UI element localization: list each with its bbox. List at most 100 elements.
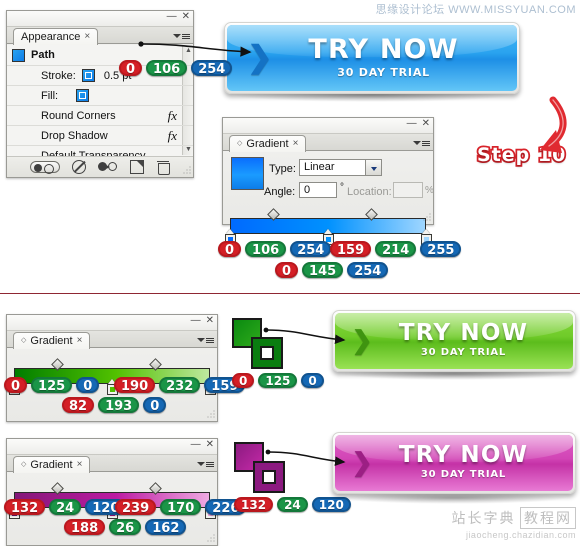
gradient-angle-input[interactable]: 0 — [299, 182, 337, 198]
gradient-type-select[interactable]: Linear — [299, 159, 382, 176]
gradient-preview-swatch[interactable] — [231, 157, 264, 190]
rgb-badges-magenta-swatch: 132 24 120 — [234, 497, 351, 512]
watermark-top: 思缘设计论坛 WWW.MISSYUAN.COM — [375, 4, 576, 16]
delete-icon[interactable] — [156, 160, 170, 175]
gradient-magenta-titlebar[interactable]: — ✕ — [7, 439, 217, 455]
chevron-down-icon[interactable] — [365, 159, 382, 176]
gradient-location-input[interactable] — [393, 182, 423, 198]
try-now-blue-title: TRY NOW — [308, 33, 459, 65]
rgb-green-value: 125 — [31, 377, 73, 394]
gradient-blue-titlebar[interactable]: — ✕ — [223, 118, 433, 134]
gradient-slider-blue[interactable] — [224, 208, 432, 245]
gradient-blue-resize-grip[interactable] — [422, 213, 431, 222]
gradient-green-resize-grip[interactable] — [206, 410, 215, 419]
gradient-magenta-window-buttons[interactable]: — ✕ — [191, 439, 214, 450]
rgb-red-value: 82 — [62, 397, 95, 414]
appearance-row-round-corners[interactable]: Round Corners fx — [7, 106, 193, 126]
rgb-green-value: 106 — [146, 60, 188, 77]
rgb-green-value: 145 — [302, 262, 344, 279]
rgb-blue-value: 254 — [347, 262, 389, 279]
tab-gradient-blue[interactable]: ◇ Gradient × — [229, 135, 307, 152]
rgb-badges-green-stop1: 0 125 0 — [4, 377, 100, 394]
rgb-red-value: 159 — [330, 241, 372, 258]
appearance-row-fill-label: Fill: — [41, 89, 59, 102]
percent-symbol: % — [425, 185, 434, 196]
tab-gradient-magenta[interactable]: ◇ Gradient × — [13, 456, 91, 473]
new-art-icon[interactable] — [130, 160, 144, 174]
gradient-green-panel-menu-icon[interactable] — [197, 334, 214, 346]
stroke-swatch[interactable] — [81, 69, 95, 82]
gradient-panel-blue[interactable]: — ✕ ◇ Gradient × Type: Linear Angle: 0 ° — [222, 117, 434, 245]
close-icon[interactable]: ✕ — [422, 118, 430, 129]
section-divider — [0, 293, 580, 294]
path-swatch[interactable] — [12, 48, 25, 62]
tab-gradient-blue-label: Gradient — [246, 138, 289, 150]
rgb-badges-magenta-stop3: 188 26 162 — [64, 519, 187, 536]
rgb-blue-value: 0 — [76, 377, 100, 394]
close-icon[interactable]: ✕ — [206, 439, 214, 450]
stroke-swatch-magenta[interactable] — [253, 461, 285, 493]
rgb-green-value: 214 — [375, 241, 417, 258]
try-now-blue-button[interactable]: ❯ TRY NOW 30 DAY TRIAL — [224, 22, 520, 94]
gradient-blue-window-buttons[interactable]: — ✕ — [407, 118, 430, 129]
round-corners-fx-icon[interactable]: fx — [168, 108, 177, 124]
tab-close-icon[interactable]: × — [77, 333, 83, 349]
tab-gradient-green[interactable]: ◇ Gradient × — [13, 332, 91, 349]
try-now-magenta-subtitle: 30 DAY TRIAL — [420, 469, 507, 481]
gradient-green-window-buttons[interactable]: — ✕ — [191, 315, 214, 326]
rgb-green-value: 24 — [277, 497, 308, 512]
duplicate-item-icon[interactable] — [98, 160, 118, 174]
watermark-bottom-cn-right: 教程网 — [520, 507, 576, 529]
gradient-magenta-resize-grip[interactable] — [206, 534, 215, 543]
stroke-swatch-green[interactable] — [251, 337, 283, 369]
appearance-window-buttons[interactable]: — ✕ — [167, 11, 190, 22]
rgb-green-value: 26 — [109, 519, 142, 536]
appearance-row-drop-shadow[interactable]: Drop Shadow fx — [7, 126, 193, 146]
fill-swatch[interactable] — [76, 89, 90, 102]
rgb-red-value: 239 — [115, 499, 157, 516]
appearance-row-drop-shadow-label: Drop Shadow — [41, 129, 108, 142]
rgb-badges-magenta-stop2: 239 170 226 — [115, 499, 247, 516]
watermark-bottom-cn-left: 站长字典 — [451, 510, 516, 526]
appearance-toolbar[interactable] — [7, 156, 193, 177]
tab-gradient-magenta-label: Gradient — [30, 459, 73, 471]
try-now-blue-text: TRY NOW 30 DAY TRIAL — [227, 36, 517, 79]
try-now-magenta-button[interactable]: ❯ TRY NOW 30 DAY TRIAL — [332, 432, 576, 494]
rgb-badges-stroke: 0 106 254 — [119, 60, 233, 77]
appearance-panel-menu-icon[interactable] — [173, 30, 190, 42]
tab-close-icon[interactable]: × — [77, 457, 83, 473]
arrow-origin-dot — [265, 449, 271, 455]
arrow-origin-dot — [263, 327, 269, 333]
try-now-green-text: TRY NOW 30 DAY TRIAL — [335, 321, 573, 358]
rgb-red-value: 0 — [218, 241, 242, 258]
minimize-icon[interactable]: — — [191, 315, 201, 326]
minimize-icon[interactable]: — — [191, 439, 201, 450]
gradient-green-titlebar[interactable]: — ✕ — [7, 315, 217, 331]
tab-close-icon[interactable]: × — [84, 29, 90, 45]
try-now-green-button[interactable]: ❯ TRY NOW 30 DAY TRIAL — [332, 310, 576, 372]
appearance-titlebar[interactable]: — ✕ — [7, 11, 193, 27]
try-now-blue-subtitle: 30 DAY TRIAL — [337, 65, 430, 79]
minimize-icon[interactable]: — — [167, 11, 177, 22]
visibility-toggle-icon[interactable] — [30, 161, 60, 174]
rgb-red-value: 0 — [4, 377, 28, 394]
appearance-row-fill[interactable]: Fill: — [7, 86, 193, 106]
rgb-badges-green-stop2: 190 232 159 — [114, 377, 246, 394]
rgb-red-value: 0 — [232, 373, 255, 388]
minimize-icon[interactable]: — — [407, 118, 417, 129]
gradient-location-label: Location: — [347, 186, 392, 198]
rgb-badges-blue-stop3: 0 145 254 — [275, 262, 389, 279]
clear-appearance-icon[interactable] — [72, 160, 86, 174]
close-icon[interactable]: ✕ — [206, 315, 214, 326]
tab-appearance-label: Appearance — [21, 31, 81, 43]
appearance-panel[interactable]: — ✕ Appearance × ▲ ▼ Path Stroke: 0.5 pt… — [6, 10, 194, 178]
tab-close-icon[interactable]: × — [293, 136, 299, 152]
drop-shadow-fx-icon[interactable]: fx — [168, 128, 177, 144]
gradient-magenta-panel-menu-icon[interactable] — [197, 458, 214, 470]
tab-appearance[interactable]: Appearance × — [13, 28, 99, 45]
gradient-type-value: Linear — [304, 161, 335, 173]
appearance-resize-grip[interactable] — [182, 166, 191, 175]
rgb-badges-blue-stop1: 0 106 254 — [218, 241, 332, 258]
close-icon[interactable]: ✕ — [182, 11, 190, 22]
gradient-blue-panel-menu-icon[interactable] — [413, 137, 430, 149]
